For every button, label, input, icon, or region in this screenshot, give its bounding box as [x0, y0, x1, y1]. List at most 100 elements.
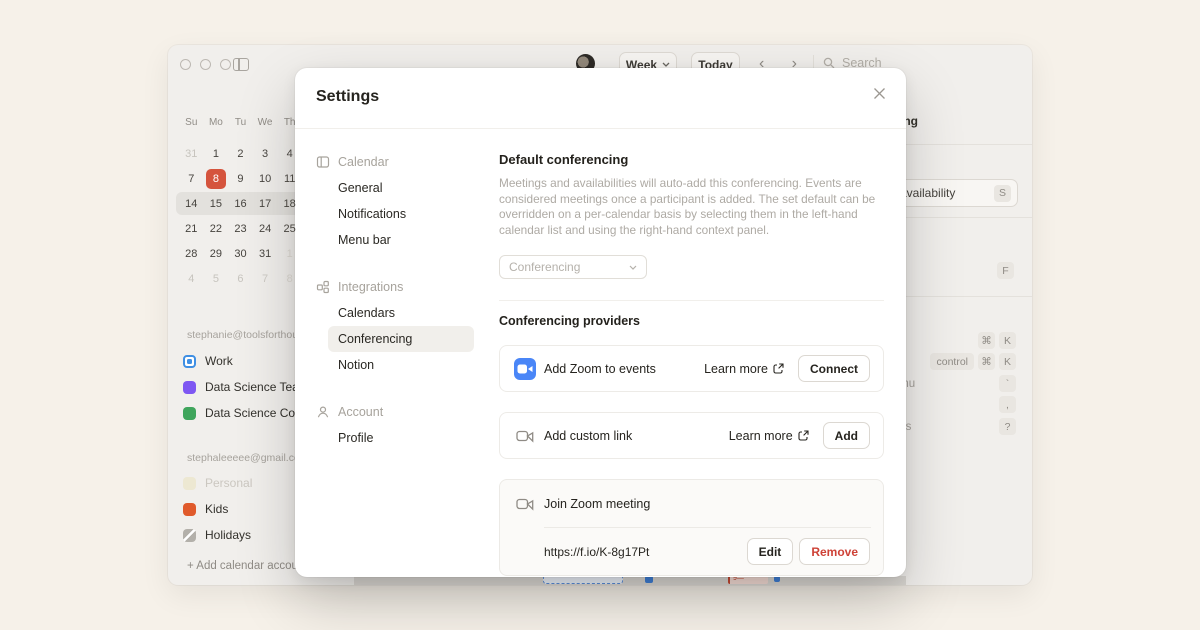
day-number: 31	[185, 148, 197, 160]
mini-calendar-day[interactable]: 17	[253, 191, 278, 216]
settings-nav-item-calendars[interactable]: Calendars	[328, 300, 474, 326]
mini-calendar-day[interactable]: 5	[204, 266, 229, 291]
day-number: 3	[262, 148, 268, 160]
mini-calendar-week-row: 282930311	[179, 241, 307, 266]
calendar-color-swatch-icon	[183, 407, 196, 420]
mini-calendar-day[interactable]: 21	[179, 216, 204, 241]
close-traffic-light[interactable]	[180, 59, 191, 70]
mini-calendar-day-header: Mo	[204, 117, 229, 131]
mini-calendar-day[interactable]: 10	[253, 166, 278, 191]
settings-nav-item-general[interactable]: General	[328, 175, 474, 201]
mini-calendar-week-row: 21222324 25	[179, 216, 307, 241]
calendar-color-swatch-icon	[183, 503, 196, 516]
video-camera-icon	[514, 493, 536, 515]
calendar-icon	[316, 155, 330, 169]
zoom-traffic-light[interactable]	[220, 59, 231, 70]
key-badge-k: K	[999, 353, 1016, 370]
sidebar-toggle-icon[interactable]	[233, 58, 249, 71]
key-badge-comma: ,	[999, 396, 1016, 413]
mini-calendar-day[interactable]: 14	[179, 191, 204, 216]
calendar-list-item-holidays[interactable]: Holidays	[179, 522, 297, 548]
settings-nav-section-calendar: Calendar	[316, 149, 478, 175]
mini-calendar-day[interactable]: 28	[179, 241, 204, 266]
mini-calendar-day[interactable]: 6	[228, 266, 253, 291]
modal-title: Settings	[316, 88, 379, 106]
settings-nav-item-menu-bar[interactable]: Menu bar	[328, 227, 474, 253]
custom-link-learn-more-link[interactable]: Learn more	[729, 429, 809, 443]
settings-nav-item-notion[interactable]: Notion	[328, 352, 474, 378]
mini-calendar-day[interactable]: 29	[204, 241, 229, 266]
conferencing-select[interactable]: Conferencing	[499, 255, 647, 279]
close-icon[interactable]	[868, 82, 890, 104]
mini-calendar-day[interactable]: 23	[228, 216, 253, 241]
key-badge-f: F	[997, 262, 1014, 279]
chevron-down-icon	[629, 265, 637, 270]
settings-nav-section-label: Integrations	[338, 280, 403, 294]
provider-label: Join Zoom meeting	[544, 497, 650, 511]
settings-nav-section-account: Account	[316, 399, 478, 425]
settings-nav-section-label: Calendar	[338, 155, 389, 169]
joined-zoom-link-row: https://f.io/K-8g17Pt Edit Remove	[500, 528, 883, 575]
learn-more-label: Learn more	[729, 429, 793, 443]
mini-calendar-day[interactable]: 16	[228, 191, 253, 216]
mini-calendar-day[interactable]: 4	[179, 266, 204, 291]
external-link-icon	[773, 363, 784, 374]
day-number: 30	[234, 248, 246, 260]
mini-calendar-week-row: 1415161718	[179, 191, 307, 216]
mini-calendar-day[interactable]: 3	[253, 141, 278, 166]
add-calendar-account-button[interactable]: + Add calendar account	[187, 560, 308, 572]
mini-calendar-day[interactable]: 31	[253, 241, 278, 266]
mini-calendar-day[interactable]: 30	[228, 241, 253, 266]
availability-field[interactable]: availability S	[890, 179, 1018, 207]
external-link-icon	[798, 430, 809, 441]
mini-calendar-day[interactable]: 31	[179, 141, 204, 166]
default-conferencing-description: Meetings and availabilities will auto-ad…	[499, 176, 884, 238]
mini-calendar-today[interactable]: 8	[204, 166, 229, 191]
custom-link-add-button[interactable]: Add	[823, 422, 870, 449]
divider	[295, 128, 906, 129]
calendar-list-item-data-science-team[interactable]: Data Science Team	[179, 374, 297, 400]
mini-calendar-day[interactable]: 7	[253, 266, 278, 291]
mini-calendar-day-header: We	[253, 117, 278, 131]
meeting-url: https://f.io/K-8g17Pt	[544, 545, 649, 559]
video-camera-icon	[514, 425, 536, 447]
mini-calendar-day[interactable]: 24	[253, 216, 278, 241]
zoom-logo-icon	[514, 358, 536, 380]
divider	[884, 296, 1032, 297]
calendar-list-item-work[interactable]: Work	[179, 348, 297, 374]
settings-nav-item-conferencing[interactable]: Conferencing	[328, 326, 474, 352]
calendar-list-item-data-science-core[interactable]: Data Science Core	[179, 400, 297, 426]
joined-zoom-header: Join Zoom meeting	[500, 480, 883, 527]
day-number: 6	[237, 273, 243, 285]
day-number: 11	[284, 173, 295, 185]
shortcut-row-comma: ,	[999, 396, 1016, 413]
zoom-learn-more-link[interactable]: Learn more	[704, 362, 784, 376]
day-number: 7	[262, 273, 268, 285]
minimize-traffic-light[interactable]	[200, 59, 211, 70]
calendar-name: Work	[205, 354, 233, 368]
calendar-list-item-personal[interactable]: Personal	[179, 470, 297, 496]
mini-calendar-day[interactable]: 2	[228, 141, 253, 166]
settings-nav-item-notifications[interactable]: Notifications	[328, 201, 474, 227]
calendar-name: Kids	[205, 502, 228, 516]
key-badge-control: control	[930, 353, 974, 370]
mini-calendar-grid: 3112347891011141516171821222324252829303…	[179, 141, 307, 291]
mini-calendar-day[interactable]: 9	[228, 166, 253, 191]
window-controls	[180, 59, 231, 70]
mini-calendar-day[interactable]: 15	[204, 191, 229, 216]
settings-nav-item-profile[interactable]: Profile	[328, 425, 474, 451]
calendar-name: Personal	[205, 476, 252, 490]
mini-calendar-week-row: 78910 11	[179, 166, 307, 191]
availability-label: availability	[900, 186, 994, 200]
mini-calendar-day[interactable]: 22	[204, 216, 229, 241]
remove-button[interactable]: Remove	[799, 538, 870, 565]
mini-calendar-day[interactable]: 1	[204, 141, 229, 166]
provider-label: Add custom link	[544, 429, 632, 443]
zoom-connect-button[interactable]: Connect	[798, 355, 870, 382]
mini-calendar-day[interactable]: 7	[179, 166, 204, 191]
day-number: 25	[284, 223, 296, 235]
calendar-list-item-kids[interactable]: Kids	[179, 496, 297, 522]
mini-calendar-day-header: Su	[179, 117, 204, 131]
edit-button[interactable]: Edit	[747, 538, 794, 565]
day-number: 5	[213, 273, 219, 285]
